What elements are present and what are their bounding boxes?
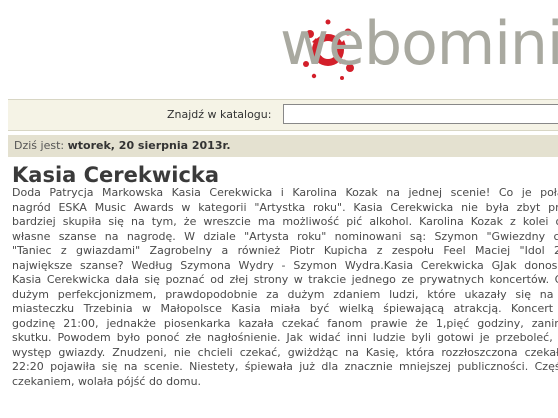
search-label: Znajdź w katalogu: [167,108,272,121]
article-line: występ gwiazdy. Znudzeni, nie chcieli cz… [12,345,558,359]
article-line: "Taniec z gwiazdami" Zagrobelny a równie… [12,244,558,257]
date-value: wtorek, 20 sierpnia 2013r. [67,139,231,152]
logo-text: webomini.pl [280,10,558,79]
article-line: czekaniem, wolała pójść do domu. [12,374,202,388]
search-input[interactable] [283,104,558,124]
article-line: skutku. Powodem było ponoć złe nagłośnie… [12,331,558,344]
article-line: bardziej skupiła się na tym, że wreszcie… [12,215,558,228]
article-line: dużym perfekcjonizmem, prawdopodobnie za… [12,287,558,301]
search-bar: Znajdź w katalogu: [8,99,558,131]
article-line: 22:20 pojawiła się na scenie. Niestety, … [12,360,558,373]
date-bar: Dziś jest: wtorek, 20 sierpnia 2013r. [8,135,558,157]
article-title: Kasia Cerekwicka [12,163,220,187]
article-line: największe szanse? Według Szymona Wydry … [12,258,558,272]
date-prefix: Dziś jest: [14,139,65,152]
current-date: Dziś jest: wtorek, 20 sierpnia 2013r. [14,139,231,152]
article-line: Doda Patrycja Markowska Kasia Cerekwicka… [12,186,558,199]
article-line: własne szanse na nagrodę. W dziale "Arty… [12,229,558,243]
article-line: nagród ESKA Music Awards w kategorii "Ar… [12,200,558,214]
article-body: Doda Patrycja Markowska Kasia Cerekwicka… [12,186,558,389]
article-line: miasteczku Trzebinia w Małopolsce Kasia … [12,302,558,315]
article-line: godzinę 21:00, jednakże piosenkarka kaza… [12,316,558,330]
article-line: Kasia Cerekwicka dała się poznać od złej… [12,273,558,286]
site-logo[interactable]: webomini.pl [280,10,558,80]
